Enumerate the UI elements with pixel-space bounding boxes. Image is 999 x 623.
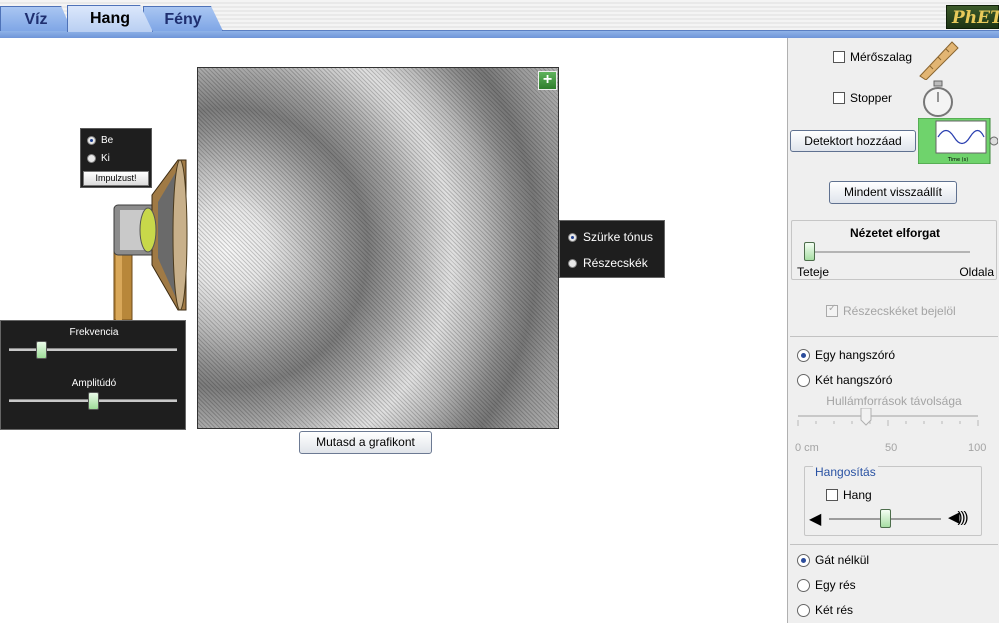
measuring-tape-label: Mérőszalag [850, 50, 913, 64]
control-panel: Mérőszalag Stopper Detektort hozzáad Tim… [787, 38, 999, 623]
one-speaker-radio[interactable] [797, 348, 810, 362]
measuring-tape-checkbox[interactable] [833, 51, 845, 63]
wave-controls-panel: Frekvencia Amplitúdó [0, 320, 186, 430]
tab-bar: Víz Fény Hang PhET [0, 0, 999, 38]
off-label: Ki [101, 153, 110, 164]
amplitude-slider-thumb[interactable] [87, 392, 99, 410]
separation-tick-0: 0 cm [795, 442, 819, 454]
rotate-view-slider-thumb[interactable] [804, 242, 815, 261]
two-speakers-row[interactable]: Két hangszóró [797, 373, 892, 387]
grayscale-label: Szürke tónus [583, 230, 654, 244]
measuring-tape-row[interactable]: Mérőszalag [833, 50, 912, 64]
on-radio[interactable] [87, 136, 96, 145]
frequency-label: Frekvencia [69, 327, 119, 338]
sound-checkbox[interactable] [826, 489, 838, 501]
stopwatch-row[interactable]: Stopper [833, 91, 892, 105]
two-speakers-radio[interactable] [797, 373, 810, 387]
stopwatch-icon[interactable] [920, 80, 956, 118]
ruler-icon[interactable] [918, 40, 960, 80]
off-radio[interactable] [87, 154, 96, 163]
stopwatch-label: Stopper [850, 91, 893, 105]
volume-high-icon: ◀))) [948, 509, 968, 526]
rotate-view-track[interactable] [804, 251, 970, 253]
stopwatch-checkbox[interactable] [833, 92, 845, 104]
audio-box: Hangosítás Hang ◀ ◀))) [804, 465, 982, 536]
separation-slider [797, 408, 979, 426]
off-radio-row[interactable]: Ki [87, 153, 110, 164]
detector-time-axis: Time (s) [947, 157, 968, 163]
zoom-in-button[interactable]: + [538, 71, 557, 90]
volume-low-icon: ◀ [809, 511, 822, 528]
separation-tick-50: 50 [885, 442, 898, 454]
tab-sound[interactable]: Hang [67, 5, 153, 32]
particles-row[interactable]: Részecskék [568, 256, 648, 270]
sound-label: Hang [843, 488, 872, 502]
detector-chart-icon[interactable]: Time (s) [918, 118, 998, 164]
mark-particles-row: Részecskéket bejelöl [826, 303, 956, 318]
separation-tick-100: 100 [968, 442, 987, 454]
two-slits-label: Két rés [815, 603, 854, 617]
one-speaker-row[interactable]: Egy hangszóró [797, 348, 895, 362]
phet-logo: PhET [946, 5, 999, 29]
one-slit-row[interactable]: Egy rés [797, 578, 856, 592]
sound-row[interactable]: Hang [826, 488, 872, 502]
separator [790, 336, 998, 337]
on-label: Be [101, 135, 114, 146]
show-graph-button[interactable]: Mutasd a grafikont [299, 431, 432, 454]
no-barrier-label: Gát nélkül [815, 553, 870, 567]
wave-area[interactable]: + [197, 67, 559, 429]
add-detector-button[interactable]: Detektort hozzáad [790, 130, 916, 152]
source-onoff-panel: Be Ki Impulzust! [80, 128, 152, 188]
grayscale-radio[interactable] [568, 232, 577, 242]
particles-label: Részecskék [583, 256, 648, 270]
no-barrier-radio[interactable] [797, 553, 810, 567]
audio-title: Hangosítás [813, 465, 878, 479]
one-speaker-label: Egy hangszóró [815, 348, 896, 362]
no-barrier-row[interactable]: Gát nélkül [797, 553, 869, 567]
pulse-button[interactable]: Impulzust! [83, 171, 149, 186]
two-slits-row[interactable]: Két rés [797, 603, 853, 617]
tab-water[interactable]: Víz [0, 6, 72, 31]
mark-particles-checkbox [826, 303, 838, 317]
rotate-view-title: Nézetet elforgat [849, 226, 941, 240]
rotate-top-label: Teteje [797, 265, 830, 279]
on-radio-row[interactable]: Be [87, 135, 113, 146]
two-speakers-label: Két hangszóró [815, 373, 893, 387]
view-mode-panel: Szürke tónus Részecskék [559, 220, 665, 278]
one-slit-radio[interactable] [797, 578, 810, 592]
wave-texture [198, 68, 558, 428]
separation-title: Hullámforrások távolsága [826, 394, 962, 408]
rotate-view-box: Nézetet elforgat Teteje Oldala [791, 220, 997, 280]
separator [790, 544, 998, 545]
frequency-slider-thumb[interactable] [35, 341, 47, 359]
tab-light[interactable]: Fény [143, 6, 223, 31]
grayscale-row[interactable]: Szürke tónus [568, 230, 653, 244]
two-slits-radio[interactable] [797, 603, 810, 617]
volume-slider-thumb[interactable] [879, 509, 891, 528]
rotate-side-label: Oldala [959, 265, 994, 279]
mark-particles-label: Részecskéket bejelöl [843, 304, 956, 318]
particles-radio[interactable] [568, 258, 577, 268]
amplitude-label: Amplitúdó [71, 378, 117, 389]
one-slit-label: Egy rés [815, 578, 856, 592]
frequency-track[interactable] [9, 348, 177, 351]
reset-all-button[interactable]: Mindent visszaállít [829, 181, 957, 204]
